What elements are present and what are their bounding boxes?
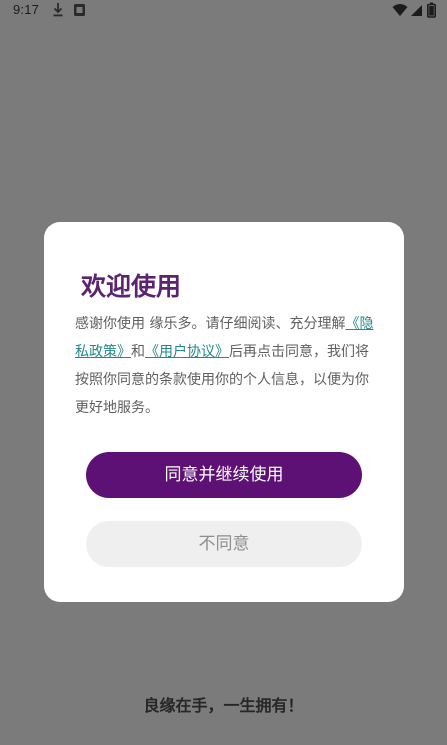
download-icon (53, 3, 63, 17)
body-and: 和 (131, 344, 145, 360)
dialog-body: 感谢你使用 缘乐多。请仔细阅读、充分理解《隐私政策》和《用户协议》后再点击同意，… (75, 310, 381, 422)
wifi-icon (392, 4, 408, 16)
app-notification-icon (74, 4, 85, 16)
status-bar: 9:17 (0, 0, 447, 22)
body-intro: 感谢你使用 缘乐多。请仔细阅读、充分理解 (75, 316, 346, 332)
dialog-title: 欢迎使用 (81, 272, 182, 301)
user-agreement-link[interactable]: 《用户协议》 (145, 344, 229, 360)
signal-icon (411, 5, 422, 16)
disagree-button[interactable]: 不同意 (86, 521, 362, 567)
agree-continue-button[interactable]: 同意并继续使用 (86, 452, 362, 498)
slogan-text: 良缘在手，一生拥有！ (143, 696, 304, 715)
battery-icon (427, 2, 436, 18)
welcome-dialog: 欢迎使用 感谢你使用 缘乐多。请仔细阅读、充分理解《隐私政策》和《用户协议》后再… (44, 222, 404, 602)
status-time: 9:17 (13, 2, 40, 17)
